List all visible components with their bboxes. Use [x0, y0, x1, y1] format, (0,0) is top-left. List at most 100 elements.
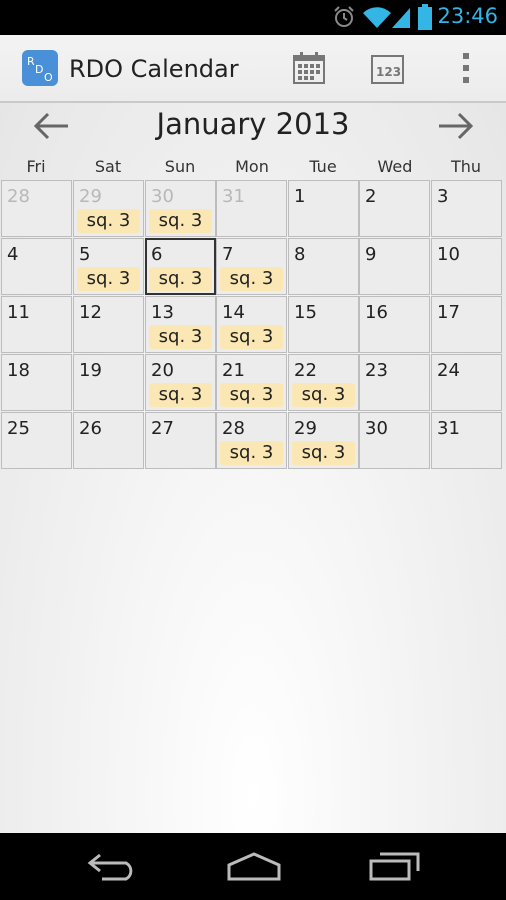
day-cell[interactable]: 25 [1, 412, 72, 469]
shift-badge: sq. 3 [149, 383, 212, 407]
system-nav-bar [0, 833, 506, 900]
day-number: 16 [365, 302, 388, 323]
overflow-menu-icon[interactable] [459, 51, 473, 85]
back-icon[interactable] [86, 851, 138, 881]
day-number: 19 [79, 360, 102, 381]
day-cell[interactable]: 23 [359, 354, 430, 411]
wifi-icon [363, 7, 391, 28]
day-number: 4 [7, 244, 19, 265]
next-month-icon[interactable] [437, 111, 475, 141]
shift-badge: sq. 3 [77, 267, 140, 291]
signal-icon [392, 8, 410, 28]
day-cell[interactable]: 28 sq. 3 [216, 412, 287, 469]
day-number: 9 [365, 244, 377, 265]
day-cell[interactable]: 6 sq. 3 [145, 238, 216, 295]
day-numbers-icon[interactable]: 123 [371, 53, 405, 85]
day-cell[interactable]: 15 [288, 296, 359, 353]
day-number: 15 [294, 302, 317, 323]
day-number: 11 [7, 302, 30, 323]
day-cell[interactable]: 18 [1, 354, 72, 411]
day-cell[interactable]: 5 sq. 3 [73, 238, 144, 295]
day-cell[interactable]: 2 [359, 180, 430, 237]
day-number: 2 [365, 186, 377, 207]
recent-apps-icon[interactable] [368, 851, 422, 881]
day-cell[interactable]: 29 sq. 3 [73, 180, 144, 237]
home-icon[interactable] [226, 851, 282, 881]
weekday-label: Thu [450, 157, 482, 176]
day-cell[interactable]: 14 sq. 3 [216, 296, 287, 353]
day-number: 30 [365, 418, 388, 439]
day-cell[interactable]: 30 sq. 3 [145, 180, 216, 237]
battery-icon [418, 4, 432, 30]
day-cell[interactable]: 30 [359, 412, 430, 469]
day-cell[interactable]: 12 [73, 296, 144, 353]
shift-badge: sq. 3 [220, 325, 283, 349]
day-number: 28 [7, 186, 30, 207]
calendar-view-icon[interactable] [292, 51, 326, 85]
shift-badge: sq. 3 [149, 267, 212, 291]
day-cell[interactable]: 3 [431, 180, 502, 237]
day-number: 20 [151, 360, 174, 381]
day-cell[interactable]: 31 [216, 180, 287, 237]
day-cell[interactable]: 21 sq. 3 [216, 354, 287, 411]
day-cell[interactable]: 10 [431, 238, 502, 295]
shift-badge: sq. 3 [149, 209, 212, 233]
day-cell[interactable]: 9 [359, 238, 430, 295]
status-time: 23:46 [437, 4, 498, 28]
day-cell[interactable]: 27 [145, 412, 216, 469]
day-number: 21 [222, 360, 245, 381]
day-number: 29 [294, 418, 317, 439]
calendar-view: January 2013 Fri Sat Sun Mon Tue Wed Thu… [0, 103, 506, 833]
day-cell[interactable]: 19 [73, 354, 144, 411]
svg-text:R: R [27, 55, 35, 68]
action-bar: R D O RDO Calendar 123 [0, 35, 506, 103]
svg-text:123: 123 [376, 65, 401, 79]
weekday-label: Sat [94, 157, 122, 176]
month-title: January 2013 [156, 107, 350, 141]
weekday-label: Mon [235, 157, 269, 176]
day-number: 28 [222, 418, 245, 439]
day-cell[interactable]: 20 sq. 3 [145, 354, 216, 411]
day-number: 31 [222, 186, 245, 207]
shift-badge: sq. 3 [292, 441, 355, 465]
app-title: RDO Calendar [69, 55, 239, 83]
day-number: 22 [294, 360, 317, 381]
day-number: 25 [7, 418, 30, 439]
day-cell[interactable]: 4 [1, 238, 72, 295]
weekday-label: Tue [309, 157, 337, 176]
app-icon[interactable]: R D O [22, 50, 58, 86]
day-cell[interactable]: 29 sq. 3 [288, 412, 359, 469]
day-cell[interactable]: 28 [1, 180, 72, 237]
day-number: 26 [79, 418, 102, 439]
shift-badge: sq. 3 [292, 383, 355, 407]
day-cell[interactable]: 1 [288, 180, 359, 237]
day-cell[interactable]: 22 sq. 3 [288, 354, 359, 411]
weekday-label: Sun [164, 157, 196, 176]
day-number: 6 [151, 244, 163, 265]
day-number: 29 [79, 186, 102, 207]
day-cell[interactable]: 24 [431, 354, 502, 411]
weekday-header: Fri Sat Sun Mon Tue Wed Thu [0, 157, 506, 179]
weekday-label: Fri [26, 157, 46, 176]
day-cell[interactable]: 31 [431, 412, 502, 469]
day-number: 13 [151, 302, 174, 323]
day-cell[interactable]: 8 [288, 238, 359, 295]
day-cell[interactable]: 13 sq. 3 [145, 296, 216, 353]
day-cell[interactable]: 16 [359, 296, 430, 353]
day-number: 23 [365, 360, 388, 381]
day-cell[interactable]: 7 sq. 3 [216, 238, 287, 295]
day-number: 18 [7, 360, 30, 381]
shift-badge: sq. 3 [220, 441, 283, 465]
day-cell[interactable]: 11 [1, 296, 72, 353]
day-number: 17 [437, 302, 460, 323]
day-number: 24 [437, 360, 460, 381]
day-number: 7 [222, 244, 234, 265]
svg-text:O: O [44, 71, 53, 84]
day-cell[interactable]: 26 [73, 412, 144, 469]
day-number: 12 [79, 302, 102, 323]
day-cell[interactable]: 17 [431, 296, 502, 353]
status-bar: 23:46 [0, 0, 506, 35]
shift-badge: sq. 3 [77, 209, 140, 233]
day-number: 5 [79, 244, 91, 265]
day-number: 14 [222, 302, 245, 323]
